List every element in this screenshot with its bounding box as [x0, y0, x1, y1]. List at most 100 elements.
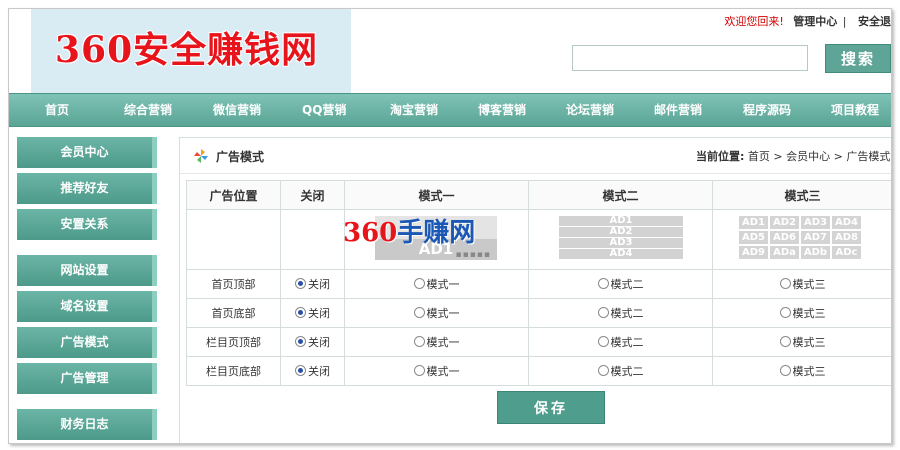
radio-unselected[interactable] — [779, 365, 791, 376]
nav-item-email-marketing[interactable]: 邮件营销 — [654, 94, 702, 126]
mode3-option[interactable]: 模式三 — [712, 298, 891, 328]
table-header-row: 广告位置 关闭 模式一 模式二 模式三 — [186, 180, 891, 210]
mode1-option[interactable]: 模式一 — [344, 269, 529, 299]
row-position-label: 栏目页底部 — [186, 356, 281, 386]
close-option[interactable]: 关闭 — [280, 356, 345, 386]
radio-unselected[interactable] — [413, 365, 425, 376]
sidebar-item-ad-mode[interactable]: 广告模式 — [17, 327, 157, 358]
search-button[interactable]: 搜索 — [825, 44, 891, 73]
mode3-option[interactable]: 模式三 — [712, 327, 891, 357]
nav-item-forum-marketing[interactable]: 论坛营销 — [566, 94, 614, 126]
mode3-cell: AD2 — [770, 216, 799, 229]
page-frame: 360安全赚钱网 欢迎您回来! 管理中心 | 安全退 搜索 首页 综合营销 微信… — [8, 8, 892, 444]
nav-item-integrated-marketing[interactable]: 综合营销 — [124, 94, 172, 126]
watermark-logo: 360手赚网 — [343, 212, 475, 249]
sidebar-item-refer-friends[interactable]: 推荐好友 — [17, 173, 157, 204]
mode3-cell: ADb — [801, 246, 830, 259]
top-links: 欢迎您回来! 管理中心 | 安全退 — [724, 13, 891, 29]
table-row: 栏目页底部 关闭 模式一 模式二 模式三 — [186, 356, 891, 386]
radio-unselected[interactable] — [597, 307, 609, 318]
sidebar-item-finance-log[interactable]: 财务日志 — [17, 409, 157, 440]
option-label: 模式三 — [792, 278, 826, 291]
site-logo[interactable]: 360安全赚钱网 — [31, 9, 351, 93]
table-row: 首页底部 关闭 模式一 模式二 模式三 — [186, 298, 891, 328]
option-label: 模式二 — [610, 307, 644, 320]
mode1-option[interactable]: 模式一 — [344, 327, 529, 357]
nav-item-home[interactable]: 首页 — [45, 94, 69, 126]
radio-unselected[interactable] — [413, 307, 425, 318]
option-label: 模式一 — [426, 365, 460, 378]
radio-selected[interactable] — [295, 307, 306, 318]
radio-selected[interactable] — [295, 278, 306, 289]
mode2-option[interactable]: 模式二 — [528, 269, 713, 299]
mode2-bar: AD1 — [559, 216, 683, 226]
close-option[interactable]: 关闭 — [280, 327, 345, 357]
ad-mode-table: 广告位置 关闭 模式一 模式二 模式三 AD1 ▪▪▪▪▪ 360手赚网 AD1… — [186, 180, 891, 386]
sidebar-item-ad-management[interactable]: 广告管理 — [17, 363, 157, 394]
radio-unselected[interactable] — [597, 365, 609, 376]
radio-selected[interactable] — [295, 365, 306, 376]
mode2-option[interactable]: 模式二 — [528, 327, 713, 357]
preview-empty-cell — [280, 209, 345, 270]
mode2-option[interactable]: 模式二 — [528, 298, 713, 328]
mode2-option[interactable]: 模式二 — [528, 356, 713, 386]
content-header: 广告模式 当前位置: 首页 > 会员中心 > 广告模式 — [180, 138, 891, 174]
admin-center-link[interactable]: 管理中心 — [793, 15, 837, 28]
logo-text: 360安全赚钱网 — [55, 29, 319, 71]
nav-item-tutorials[interactable]: 项目教程 — [831, 94, 879, 126]
page-title: 广告模式 — [216, 150, 265, 164]
preview-row: AD1 ▪▪▪▪▪ 360手赚网 AD1 AD2 AD3 AD4 AD1 AD2… — [186, 209, 891, 270]
radio-selected[interactable] — [295, 336, 306, 347]
save-button[interactable]: 保存 — [497, 391, 605, 424]
nav-item-blog-marketing[interactable]: 博客营销 — [478, 94, 526, 126]
sidebar-item-site-settings[interactable]: 网站设置 — [17, 255, 157, 286]
nav-item-source-code[interactable]: 程序源码 — [743, 94, 791, 126]
row-position-label: 首页底部 — [186, 298, 281, 328]
close-option[interactable]: 关闭 — [280, 298, 345, 328]
radio-unselected[interactable] — [597, 278, 609, 289]
radio-unselected[interactable] — [779, 336, 791, 347]
mode3-preview: AD1 AD2 AD3 AD4 AD5 AD6 AD7 AD8 AD9 ADa ADb ADc — [739, 216, 863, 261]
breadcrumb-path[interactable]: 首页 > 会员中心 > 广告模式 — [748, 150, 890, 163]
radio-unselected[interactable] — [413, 336, 425, 347]
option-label: 关闭 — [308, 278, 330, 291]
column-header-mode1: 模式一 — [344, 180, 529, 210]
radio-unselected[interactable] — [413, 278, 425, 289]
mode3-option[interactable]: 模式三 — [712, 269, 891, 299]
radio-unselected[interactable] — [779, 278, 791, 289]
mode2-preview: AD1 AD2 AD3 AD4 — [559, 216, 683, 260]
table-row: 首页顶部 关闭 模式一 模式二 模式三 — [186, 269, 891, 299]
table-row: 栏目页顶部 关闭 模式一 模式二 模式三 — [186, 327, 891, 357]
mode2-bar: AD2 — [559, 227, 683, 237]
mode1-option[interactable]: 模式一 — [344, 356, 529, 386]
content-panel: 广告模式 当前位置: 首页 > 会员中心 > 广告模式 广告位置 关闭 模式一 … — [179, 137, 891, 443]
column-header-close: 关闭 — [280, 180, 345, 210]
breadcrumb-label: 当前位置: — [696, 150, 745, 163]
logout-link[interactable]: 安全退 — [858, 15, 891, 28]
mode1-option[interactable]: 模式一 — [344, 298, 529, 328]
sidebar-item-domain-settings[interactable]: 域名设置 — [17, 291, 157, 322]
mode1-preview-cell: AD1 ▪▪▪▪▪ 360手赚网 — [343, 209, 529, 270]
mode3-cell: AD7 — [801, 231, 830, 244]
option-label: 模式三 — [792, 336, 826, 349]
radio-unselected[interactable] — [779, 307, 791, 318]
search-input[interactable] — [572, 45, 808, 71]
watermark-number: 360 — [343, 218, 398, 248]
main-nav: 首页 综合营销 微信营销 QQ营销 淘宝营销 博客营销 论坛营销 邮件营销 程序… — [9, 93, 891, 127]
option-label: 关闭 — [308, 307, 330, 320]
sidebar-item-member-center[interactable]: 会员中心 — [17, 137, 157, 168]
mode3-cell: AD8 — [832, 231, 861, 244]
mode3-cell: AD1 — [739, 216, 768, 229]
nav-item-wechat-marketing[interactable]: 微信营销 — [213, 94, 261, 126]
option-label: 关闭 — [308, 365, 330, 378]
close-option[interactable]: 关闭 — [280, 269, 345, 299]
sidebar-item-placement[interactable]: 安置关系 — [17, 209, 157, 240]
nav-item-taobao-marketing[interactable]: 淘宝营销 — [390, 94, 438, 126]
mode2-bar: AD4 — [559, 249, 683, 259]
mode3-option[interactable]: 模式三 — [712, 356, 891, 386]
nav-item-qq-marketing[interactable]: QQ营销 — [302, 94, 346, 126]
radio-unselected[interactable] — [597, 336, 609, 347]
mode3-cell: AD5 — [739, 231, 768, 244]
preview-empty-cell — [186, 209, 281, 270]
mode3-cell: AD3 — [801, 216, 830, 229]
